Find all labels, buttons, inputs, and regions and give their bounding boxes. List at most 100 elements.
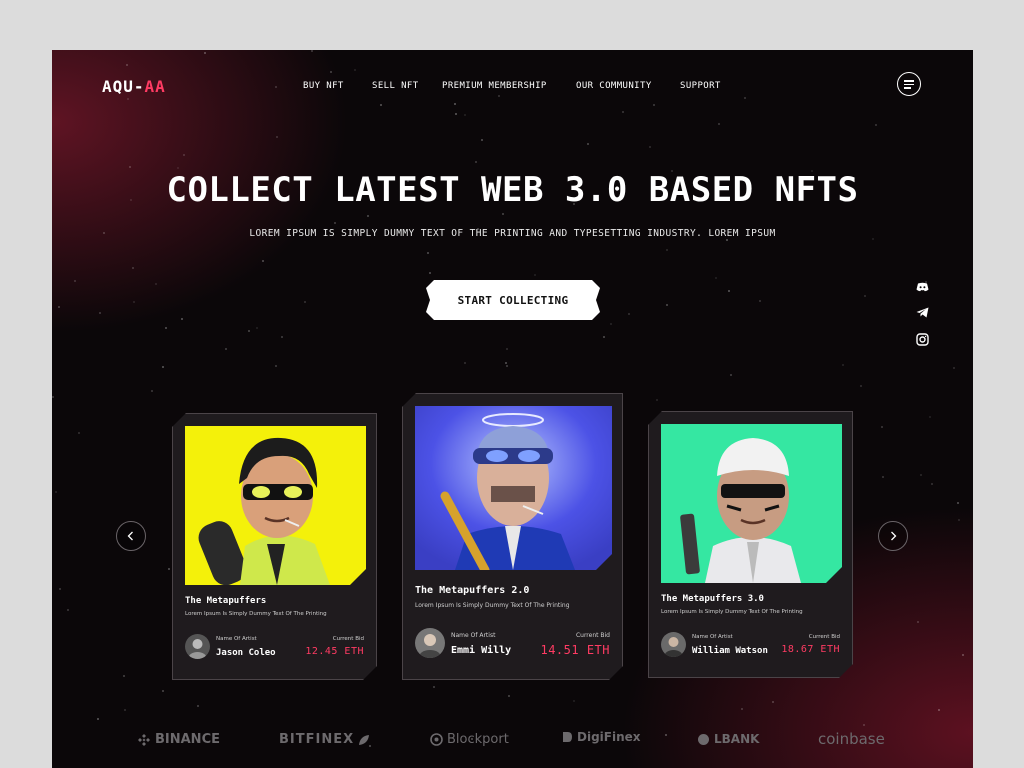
nft-card[interactable]: The Metapuffers 3.0 Lorem Ipsum Is Simpl… <box>648 411 853 678</box>
star <box>132 267 134 269</box>
current-bid: 12.45 ETH <box>305 646 364 657</box>
chevron-left-icon <box>127 531 133 541</box>
star <box>653 104 655 106</box>
partner-name: DigiFinex <box>577 730 641 744</box>
star <box>455 113 457 115</box>
star <box>330 71 332 73</box>
star <box>99 312 101 314</box>
partner-logo-coinbase[interactable]: coinbase <box>818 730 885 748</box>
instagram-icon[interactable] <box>915 332 929 346</box>
nft-card[interactable]: The Metapuffers 2.0 Lorem Ipsum Is Simpl… <box>402 393 623 680</box>
avatar <box>661 632 686 657</box>
star <box>281 336 283 338</box>
artist-name: Emmi Willy <box>451 645 512 656</box>
star <box>197 705 199 707</box>
partner-logo-blockport[interactable]: Blockport <box>430 732 509 747</box>
discord-icon[interactable] <box>915 280 929 294</box>
star <box>67 609 69 611</box>
star <box>177 167 179 169</box>
star <box>881 426 883 428</box>
star <box>917 621 919 623</box>
star <box>931 483 933 485</box>
star <box>498 95 500 97</box>
star <box>759 300 761 302</box>
partner-name: Blockport <box>447 732 509 747</box>
star <box>256 327 258 329</box>
star <box>59 588 61 590</box>
artist-label: Name Of Artist <box>692 634 733 640</box>
nav-buy-nft[interactable]: BUY NFT <box>303 81 344 91</box>
star <box>262 260 264 262</box>
star <box>454 103 456 105</box>
star <box>52 396 54 398</box>
star <box>728 290 730 292</box>
avatar <box>185 634 210 659</box>
partner-logo-bitfinex[interactable]: BITFINEX <box>279 732 370 747</box>
star <box>610 323 612 325</box>
star <box>929 416 931 418</box>
partner-logo-digifinex[interactable]: DigiFinex <box>562 730 641 744</box>
page-frame: AQU-AA BUY NFT SELL NFT PREMIUM MEMBERSH… <box>52 50 973 768</box>
star <box>938 709 940 711</box>
star <box>726 239 728 241</box>
star <box>127 98 129 100</box>
star <box>151 390 153 392</box>
star <box>665 734 667 736</box>
star <box>666 249 668 251</box>
star <box>367 215 369 217</box>
star <box>666 304 668 306</box>
current-bid: 18.67 ETH <box>781 644 840 655</box>
start-collecting-button[interactable]: START COLLECTING <box>426 280 600 320</box>
nft-description: Lorem Ipsum Is Simply Dummy Text Of The … <box>415 602 570 609</box>
hero-subtitle: LOREM IPSUM IS SIMPLY DUMMY TEXT OF THE … <box>249 228 776 239</box>
avatar <box>415 628 445 658</box>
telegram-icon[interactable] <box>915 305 929 319</box>
star <box>958 519 960 521</box>
star <box>772 701 774 703</box>
star <box>183 154 185 156</box>
star <box>622 111 624 113</box>
star <box>741 708 743 710</box>
star <box>275 365 277 367</box>
star <box>842 364 844 366</box>
partner-logo-binance[interactable]: BINANCE <box>137 732 220 747</box>
digifinex-icon <box>563 732 572 742</box>
nav-premium-membership[interactable]: PREMIUM MEMBERSHIP <box>442 81 547 91</box>
star <box>506 365 508 367</box>
nft-description: Lorem Ipsum Is Simply Dummy Text Of The … <box>185 611 327 617</box>
star <box>55 491 57 493</box>
star <box>124 709 126 711</box>
star <box>730 374 732 376</box>
star <box>603 336 605 338</box>
bid-label: Current Bid <box>575 632 610 639</box>
nav-support[interactable]: SUPPORT <box>680 81 721 91</box>
partner-logo-lbank[interactable]: LBANK <box>697 732 759 746</box>
star <box>464 362 466 364</box>
nav-sell-nft[interactable]: SELL NFT <box>372 81 419 91</box>
carousel-prev-button[interactable] <box>116 521 146 551</box>
star <box>920 474 922 476</box>
nav-our-community[interactable]: OUR COMMUNITY <box>576 81 652 91</box>
star <box>860 385 862 387</box>
star <box>204 52 206 54</box>
star <box>475 161 477 163</box>
star <box>78 432 80 434</box>
star <box>464 114 466 116</box>
star <box>429 272 431 274</box>
star <box>433 686 435 688</box>
nft-card[interactable]: The Metapuffers Lorem Ipsum Is Simply Du… <box>172 413 377 680</box>
star <box>508 695 510 697</box>
star <box>225 348 227 350</box>
current-bid: 14.51 ETH <box>540 643 610 657</box>
nft-title: The Metapuffers 2.0 <box>415 585 530 596</box>
artist-label: Name Of Artist <box>451 632 496 639</box>
artist-label: Name Of Artist <box>216 636 257 642</box>
hamburger-icon[interactable] <box>897 72 921 96</box>
star <box>162 690 164 692</box>
star <box>334 222 336 224</box>
hero-title: COLLECT LATEST WEB 3.0 BASED NFTS <box>166 170 859 210</box>
star <box>957 502 959 504</box>
carousel-next-button[interactable] <box>878 521 908 551</box>
lbank-icon <box>698 733 709 745</box>
star <box>165 327 167 329</box>
